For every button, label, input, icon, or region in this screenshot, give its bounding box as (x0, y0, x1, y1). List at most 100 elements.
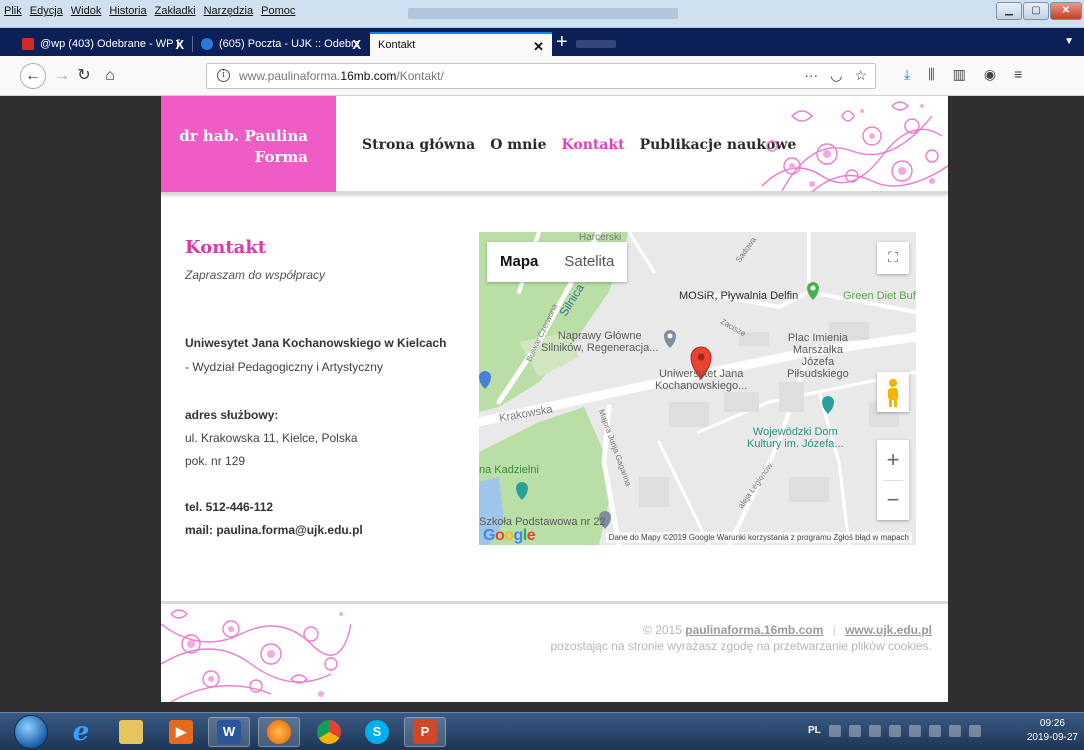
tab-ujk-poczta[interactable]: (605) Poczta - UJK :: Odebrane X (193, 32, 369, 56)
site-brand[interactable]: dr hab. Paulina Forma (161, 96, 336, 192)
tab-label: @wp (403) Odebrane - WP Poc (40, 38, 180, 50)
account-icon[interactable]: ◉ (984, 66, 996, 83)
firefox-taskbar-icon[interactable] (258, 717, 300, 747)
tray-power-icon[interactable] (968, 725, 981, 737)
taskbar-clock[interactable]: 09:26 2019-09-27 (1027, 717, 1078, 745)
menu-historia[interactable]: Historia (109, 5, 146, 17)
email-address[interactable]: mail: paulina.forma@ujk.edu.pl (185, 523, 363, 537)
map-label-green-diet: Green Diet Bufet (843, 290, 916, 302)
reload-icon[interactable]: ↻ (72, 64, 96, 88)
tray-keyboard-icon[interactable] (828, 725, 841, 737)
clock-time: 09:26 (1039, 718, 1065, 729)
brand-line-2: Forma (254, 148, 308, 166)
address-street: ul. Krakowska 11, Kielce, Polska (185, 431, 358, 445)
menu-edycja[interactable]: Edycja (30, 5, 63, 17)
url-text[interactable]: www.paulinaforma.16mb.com/Kontakt/ (239, 69, 444, 83)
pocket-icon[interactable]: ◡ (830, 67, 842, 84)
map-type-map-button[interactable]: Mapa (487, 242, 551, 282)
tray-volume-icon[interactable] (948, 725, 961, 737)
floral-ornament-header (761, 101, 948, 192)
tray-shield-icon[interactable] (928, 725, 941, 737)
footer-link-site[interactable]: paulinaforma.16mb.com (685, 623, 823, 637)
tray-device-icon[interactable] (888, 725, 901, 737)
language-indicator[interactable]: PL (808, 725, 821, 737)
close-tab-icon[interactable]: X (175, 37, 184, 52)
zoom-out-button[interactable]: − (877, 480, 909, 520)
library-icon[interactable]: ⫼ (928, 66, 934, 83)
toolbar-right: ⤓ ⫼ ▥ ◉ ≡ (904, 66, 1022, 83)
close-tab-icon[interactable]: ✕ (533, 39, 544, 55)
ujk-icon (201, 38, 213, 50)
menu-widok[interactable]: Widok (71, 5, 102, 17)
map-footer: Google Dane do Mapy ©2019 Google Warunki… (479, 527, 916, 545)
zoom-divider (883, 480, 903, 481)
tab-label: (605) Poczta - UJK :: Odebrane (219, 38, 359, 50)
menu-narzedzia[interactable]: Narzędzia (204, 5, 254, 17)
media-player-taskbar-icon[interactable]: ▶ (160, 717, 202, 747)
navigation-toolbar: ← → ↻ ⌂ i www.paulinaforma.16mb.com/Kont… (0, 56, 1084, 96)
nav-strona-glowna[interactable]: Strona główna (362, 137, 475, 153)
brand-line-1: dr hab. Paulina (179, 127, 308, 145)
footer-separator: | (832, 623, 836, 637)
bookmark-star-icon[interactable]: ☆ (854, 67, 867, 84)
site-header: dr hab. Paulina Forma Strona główna O mn… (161, 96, 948, 194)
home-icon[interactable]: ⌂ (98, 64, 122, 88)
tab-list-chevron-icon[interactable]: ▼ (1064, 36, 1074, 47)
close-window-button[interactable]: ✕ (1050, 2, 1082, 20)
sidebar-icon[interactable]: ▥ (953, 66, 966, 83)
tab-label: Kontakt (378, 39, 416, 51)
site-info-icon[interactable]: i (217, 69, 230, 82)
fullscreen-icon[interactable]: ⛶ (877, 242, 909, 274)
back-arrow-icon[interactable]: ← (20, 63, 46, 89)
google-logo[interactable]: Google (483, 527, 536, 545)
forward-arrow-icon[interactable]: → (50, 64, 74, 88)
university-name: Uniwesytet Jana Kochanowskiego w Kielcac… (185, 336, 447, 350)
powerpoint-taskbar-icon[interactable]: P (404, 717, 446, 747)
tray-signal-icon[interactable] (868, 725, 881, 737)
map-label-kadzielnia: na Kadzielni (479, 464, 539, 476)
skype-taskbar-icon[interactable]: S (356, 717, 398, 747)
explorer-taskbar-icon[interactable] (110, 717, 152, 747)
url-actions: ··· ◡ ☆ (804, 67, 867, 84)
menu-items: Plik Edycja Widok Historia Zakładki Narz… (4, 5, 295, 17)
street-view-pegman-icon[interactable] (877, 372, 909, 412)
page-content: dr hab. Paulina Forma Strona główna O mn… (161, 96, 948, 702)
close-tab-icon[interactable]: X (352, 37, 361, 52)
address-room: pok. nr 129 (185, 454, 246, 468)
tab-kontakt[interactable]: Kontakt ✕ (370, 32, 552, 56)
map-label-naprawy: Naprawy Główne Silników, Regeneracja... (541, 330, 659, 354)
map-label-plac: Plac Imienia Marszałka Józefa Piłsudskie… (787, 332, 849, 380)
menu-zakladki[interactable]: Zakładki (155, 5, 196, 17)
url-bar[interactable]: i www.paulinaforma.16mb.com/Kontakt/ ···… (206, 63, 876, 89)
new-tab-button[interactable]: + (556, 32, 568, 52)
window-controls: ▁ ▢ ✕ (996, 2, 1082, 20)
map-type-satellite-button[interactable]: Satelita (551, 242, 627, 282)
page-actions-icon[interactable]: ··· (804, 67, 818, 84)
start-button[interactable] (14, 715, 48, 749)
menu-pomoc[interactable]: Pomoc (261, 5, 295, 17)
tray-app-icon[interactable] (908, 725, 921, 737)
minimize-button[interactable]: ▁ (996, 2, 1022, 20)
menu-plik[interactable]: Plik (4, 5, 22, 17)
content-subtitle: Zapraszam do współpracy (185, 268, 326, 282)
copyright-text: © 2015 (643, 623, 682, 637)
tab-wp-poczta[interactable]: @wp (403) Odebrane - WP Poc X (14, 32, 193, 56)
menu-hamburger-icon[interactable]: ≡ (1014, 66, 1022, 83)
nav-kontakt[interactable]: Kontakt (562, 137, 625, 153)
copyright-block: © 2015 paulinaforma.16mb.com | www.ujk.e… (550, 622, 932, 654)
ie-taskbar-icon[interactable]: e (60, 717, 102, 747)
zoom-control: + − (877, 440, 909, 520)
tab-bar: @wp (403) Odebrane - WP Poc X (605) Pocz… (0, 28, 1084, 56)
tray-network-icon[interactable] (848, 725, 861, 737)
wp-icon (22, 38, 34, 50)
map-attribution[interactable]: Dane do Mapy ©2019 Google Warunki korzys… (605, 532, 912, 543)
download-icon[interactable]: ⤓ (904, 66, 910, 83)
google-map[interactable]: Harcerski Silnica Bulwar Czerwona MOSiR,… (479, 232, 916, 545)
word-taskbar-icon[interactable]: W (208, 717, 250, 747)
map-label-wdk: Wojewódzki Dom Kultury im. Józefa... (747, 426, 844, 450)
footer-link-ujk[interactable]: www.ujk.edu.pl (845, 623, 932, 637)
chrome-taskbar-icon[interactable] (308, 717, 350, 747)
maximize-button[interactable]: ▢ (1023, 2, 1049, 20)
nav-o-mnie[interactable]: O mnie (490, 137, 546, 153)
zoom-in-button[interactable]: + (877, 440, 909, 480)
